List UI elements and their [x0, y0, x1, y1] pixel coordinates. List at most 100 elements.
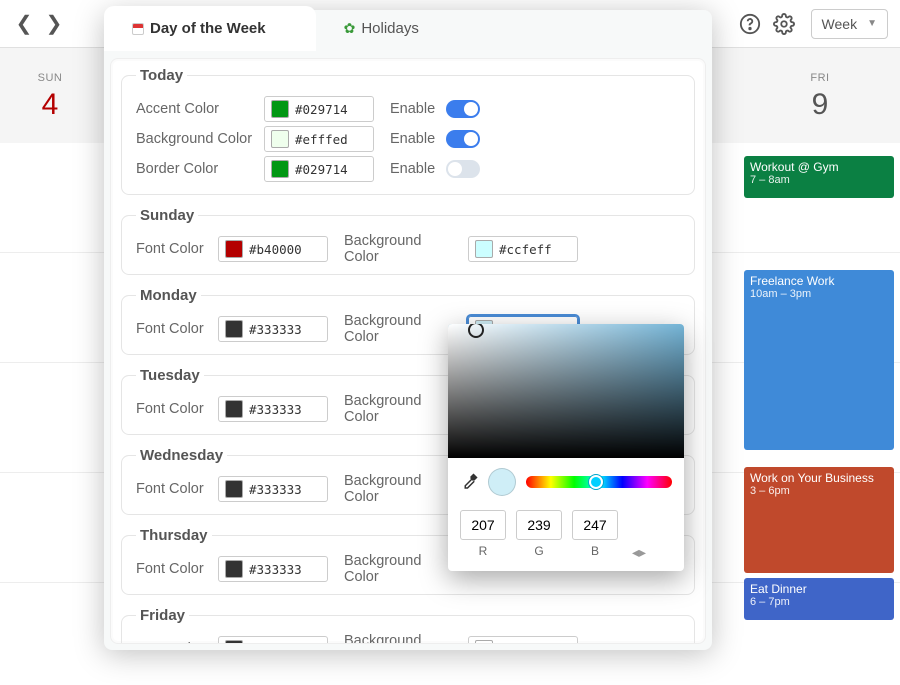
swatch	[225, 640, 243, 644]
legend: Thursday	[136, 527, 212, 544]
label: Font Color	[136, 481, 208, 497]
dow-label: SUN	[38, 72, 63, 84]
hue-slider[interactable]	[526, 476, 672, 488]
swatch	[271, 130, 289, 148]
modal-tabs: Day of the Week ✿ Holidays	[104, 6, 469, 51]
color-input-font[interactable]: #333333	[218, 556, 328, 582]
event-title: Workout @ Gym	[750, 160, 888, 174]
enable-label: Enable	[384, 101, 436, 117]
day-col-fri: FRI 9	[740, 48, 900, 143]
hex-value: #ffffff	[499, 642, 552, 645]
eyedropper-icon[interactable]	[460, 473, 478, 491]
event-time: 7 – 8am	[750, 174, 888, 186]
r-input[interactable]	[460, 510, 506, 540]
day-number: 4	[42, 88, 59, 122]
view-select[interactable]: Week ▼	[811, 9, 888, 39]
g-input[interactable]	[516, 510, 562, 540]
label: Font Color	[136, 561, 208, 577]
g-label: G	[516, 544, 562, 561]
hex-value: #333333	[249, 322, 302, 337]
toggle-background-enable[interactable]	[446, 130, 480, 148]
tab-day-of-week[interactable]: Day of the Week	[104, 6, 316, 51]
next-button[interactable]: ❯	[42, 12, 66, 36]
toggle-border-enable[interactable]	[446, 160, 480, 178]
label: Background Color	[338, 473, 458, 505]
color-input-border[interactable]: #029714	[264, 156, 374, 182]
event-time: 3 – 6pm	[750, 485, 888, 497]
swatch	[271, 100, 289, 118]
event[interactable]: Freelance Work 10am – 3pm	[744, 270, 894, 450]
event[interactable]: Eat Dinner 6 – 7pm	[744, 578, 894, 620]
label: Font Color	[136, 641, 208, 644]
gear-icon[interactable]	[767, 7, 801, 41]
hex-value: #efffed	[295, 132, 348, 147]
label: Font Color	[136, 321, 208, 337]
group-today: Today Accent Color #029714 Enable Backgr…	[121, 67, 695, 195]
legend: Tuesday	[136, 367, 204, 384]
group-friday: Friday Font Color #333333 Background Col…	[121, 607, 695, 644]
hex-value: #333333	[249, 562, 302, 577]
color-input-font[interactable]: #333333	[218, 316, 328, 342]
event[interactable]: Workout @ Gym 7 – 8am	[744, 156, 894, 198]
color-input-accent[interactable]: #029714	[264, 96, 374, 122]
hex-value: #ccfeff	[499, 242, 552, 257]
help-icon[interactable]	[733, 7, 767, 41]
day-col-sun: SUN 4	[0, 48, 100, 143]
event-title: Freelance Work	[750, 274, 888, 288]
label: Background Color	[136, 131, 254, 147]
swatch	[475, 640, 493, 644]
hex-value: #029714	[295, 162, 348, 177]
color-input-font[interactable]: #333333	[218, 396, 328, 422]
tab-label: Holidays	[361, 20, 419, 37]
color-input-bg[interactable]: #ccfeff	[468, 236, 578, 262]
view-select-label: Week	[822, 16, 858, 32]
event-title: Work on Your Business	[750, 471, 888, 485]
swatch	[271, 160, 289, 178]
label: Background Color	[338, 553, 458, 585]
hex-value: #333333	[249, 642, 302, 645]
legend: Wednesday	[136, 447, 227, 464]
dow-label: FRI	[810, 72, 829, 84]
label: Background Color	[338, 233, 458, 265]
chevron-down-icon: ▼	[867, 18, 877, 29]
legend: Friday	[136, 607, 189, 624]
event-time: 6 – 7pm	[750, 596, 888, 608]
hue-cursor-icon[interactable]	[588, 474, 604, 490]
event-time: 10am – 3pm	[750, 288, 888, 300]
label: Font Color	[136, 241, 208, 257]
color-preview	[488, 468, 516, 496]
label: Accent Color	[136, 101, 254, 117]
hex-value: #b40000	[249, 242, 302, 257]
tree-icon: ✿	[344, 20, 356, 37]
color-input-background[interactable]: #efffed	[264, 126, 374, 152]
event[interactable]: Work on Your Business 3 – 6pm	[744, 467, 894, 573]
tab-label: Day of the Week	[150, 20, 266, 37]
calendar-icon	[132, 23, 144, 35]
label: Background Color	[338, 633, 458, 644]
color-input-font[interactable]: #b40000	[218, 236, 328, 262]
swatch	[225, 560, 243, 578]
label: Background Color	[338, 393, 458, 425]
mode-toggle-icon[interactable]: ◂▸	[628, 544, 672, 561]
swatch	[475, 240, 493, 258]
prev-button[interactable]: ❮	[12, 12, 36, 36]
color-input-font[interactable]: #333333	[218, 476, 328, 502]
tab-holidays[interactable]: ✿ Holidays	[316, 6, 469, 51]
label: Font Color	[136, 401, 208, 417]
hex-value: #333333	[249, 402, 302, 417]
hex-value: #333333	[249, 482, 302, 497]
legend: Monday	[136, 287, 201, 304]
group-sunday: Sunday Font Color #b40000 Background Col…	[121, 207, 695, 275]
color-input-font[interactable]: #333333	[218, 636, 328, 644]
b-input[interactable]	[572, 510, 618, 540]
enable-label: Enable	[384, 131, 436, 147]
sv-cursor-icon[interactable]	[468, 324, 484, 338]
color-input-bg[interactable]: #ffffff	[468, 636, 578, 644]
sv-panel[interactable]	[448, 324, 684, 458]
swatch	[225, 240, 243, 258]
hex-value: #029714	[295, 102, 348, 117]
event-title: Eat Dinner	[750, 582, 888, 596]
swatch	[225, 400, 243, 418]
toggle-accent-enable[interactable]	[446, 100, 480, 118]
color-picker: R G B ◂▸	[448, 324, 684, 571]
